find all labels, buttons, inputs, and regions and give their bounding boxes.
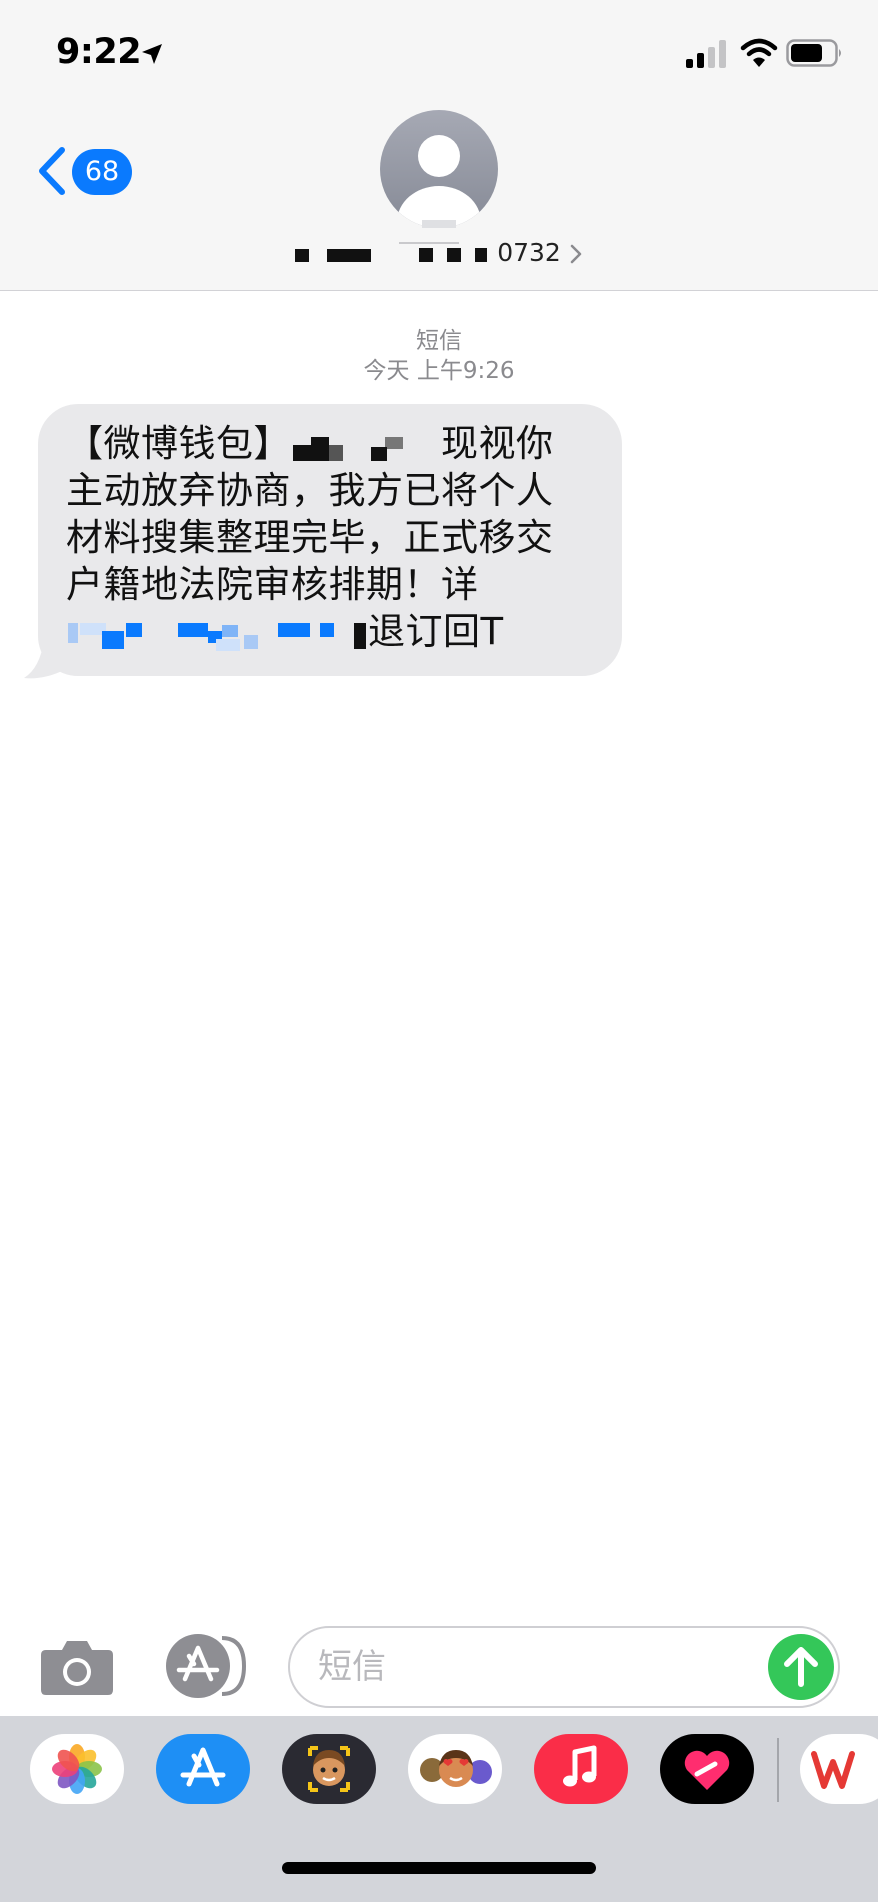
status-bar: 9:22 [0, 0, 878, 105]
redacted-link [68, 622, 366, 651]
message-line: 【微博钱包】 现视你 [66, 422, 554, 465]
wps-office-icon[interactable] [800, 1734, 878, 1804]
message-line: 材料搜集整理完毕，正式移交 [66, 516, 554, 559]
conversation-header: 68 0732 [0, 105, 878, 291]
app-store-icon[interactable] [156, 1734, 250, 1804]
chevron-right-icon [570, 244, 582, 264]
message-input-field[interactable] [288, 1626, 840, 1708]
service-label: 短信 [416, 328, 462, 354]
contact-number-suffix: 0732 [497, 238, 561, 267]
music-app-icon[interactable] [534, 1734, 628, 1804]
drawer-divider [777, 1738, 779, 1802]
cellular-signal-icon [686, 40, 726, 68]
message-line: 退订回T [66, 608, 592, 655]
message-timestamp: 今天 上午9:26 [363, 358, 515, 384]
camera-icon[interactable] [40, 1638, 114, 1696]
app-store-apps-icon[interactable] [162, 1634, 248, 1698]
message-text-input[interactable] [318, 1638, 758, 1696]
chevron-left-icon [39, 147, 65, 195]
person-silhouette-icon[interactable] [380, 110, 498, 228]
back-button[interactable]: 68 [36, 141, 136, 201]
incoming-message-bubble[interactable]: 【微博钱包】 现视你 主动放弃协商，我方已将个人 材料搜集整理完毕，正式移交 户… [38, 404, 622, 676]
status-time: 9:22 [56, 32, 142, 72]
battery-icon [786, 39, 841, 67]
message-line: 主动放弃协商，我方已将个人 [66, 469, 554, 512]
location-arrow-icon [142, 44, 162, 64]
wifi-icon [740, 38, 778, 67]
contact-name-button[interactable]: 0732 [0, 238, 878, 267]
memoji-app-icon[interactable] [282, 1734, 376, 1804]
message-line: 户籍地法院审核排期！详 [66, 563, 479, 606]
home-indicator[interactable] [282, 1862, 596, 1874]
send-button[interactable] [768, 1634, 834, 1700]
animoji-stickers-icon[interactable] [408, 1734, 502, 1804]
digital-touch-icon[interactable] [660, 1734, 754, 1804]
redacted-phone-number [295, 242, 488, 262]
unread-count-badge: 68 [72, 149, 132, 195]
photos-app-icon[interactable] [30, 1734, 124, 1804]
imessage-app-drawer [0, 1716, 878, 1902]
redacted-text [293, 436, 403, 461]
